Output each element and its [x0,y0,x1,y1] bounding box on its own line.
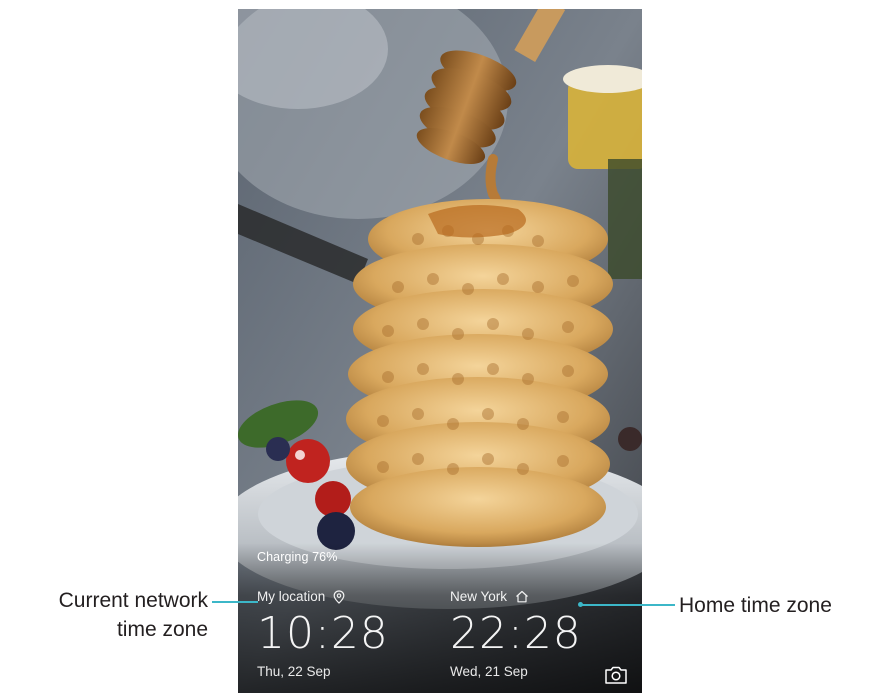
home-clock-label-row: New York [450,589,582,604]
leader-line-right [581,604,675,606]
local-clock-date: Thu, 22 Sep [257,664,331,679]
home-clock: New York 22:28 Wed, 21 Sep [450,589,582,679]
local-clock-label-row: My location [257,589,389,604]
local-clock-label: My location [257,589,326,604]
lock-screen: Charging 76% My location 10:28 Thu, 22 S… [238,9,642,693]
callout-home-time-zone: Home time zone [679,594,832,617]
home-clock-label: New York [450,589,508,604]
local-clock-time: 10:28 [257,608,389,659]
local-clock: My location 10:28 Thu, 22 Sep [257,589,389,679]
leader-dot-right [578,602,583,607]
location-pin-icon [333,589,345,604]
home-clock-date: Wed, 21 Sep [450,664,528,679]
callout-current-network-line2: time zone [116,618,208,641]
charging-status: Charging 76% [257,550,338,564]
callout-current-network-time-zone: Current network time zone [59,586,208,644]
camera-icon[interactable] [604,665,628,685]
leader-line-left [212,601,258,603]
callout-current-network-line1: Current network [58,589,208,612]
home-icon [515,590,529,603]
home-clock-time: 22:28 [450,608,582,659]
